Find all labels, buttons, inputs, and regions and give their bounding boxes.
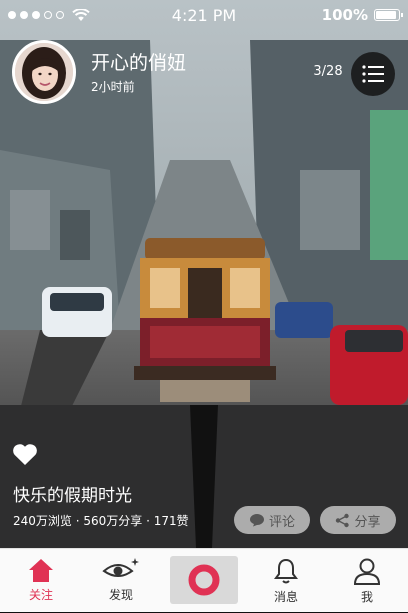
record-button[interactable] <box>170 556 238 604</box>
user-icon <box>353 558 381 585</box>
photo-counter: 3/28 <box>313 64 343 79</box>
menu-button[interactable] <box>351 52 395 96</box>
post-title: 快乐的假期时光 <box>13 486 132 506</box>
tab-discover[interactable]: 发现 <box>86 549 156 613</box>
tab-messages[interactable]: 消息 <box>251 549 321 613</box>
heart-icon[interactable] <box>12 442 38 466</box>
tab-messages-label: 消息 <box>273 590 298 604</box>
tab-follow[interactable]: 关注 <box>6 549 76 613</box>
comment-label: 评论 <box>268 514 295 530</box>
share-button[interactable]: 分享 <box>320 506 396 534</box>
tab-me-label: 我 <box>360 590 373 604</box>
username[interactable]: 开心的俏妞 <box>91 48 186 75</box>
list-menu-icon <box>362 65 384 83</box>
share-icon <box>336 513 350 527</box>
comment-bubble-icon <box>249 514 264 527</box>
avatar-portrait-icon <box>15 43 73 101</box>
status-time: 4:21 PM <box>171 6 237 25</box>
avatar[interactable] <box>12 40 76 104</box>
bell-icon <box>274 558 298 584</box>
tab-me[interactable]: 我 <box>332 549 402 613</box>
home-icon <box>29 559 53 582</box>
post-stats: 240万浏览 · 560万分享 · 171赞 <box>13 514 189 528</box>
comment-button[interactable]: 评论 <box>234 506 310 534</box>
tab-discover-label: 发现 <box>108 588 133 602</box>
post-time: 2小时前 <box>91 80 135 94</box>
eye-icon <box>102 558 139 577</box>
tab-follow-label: 关注 <box>28 588 53 602</box>
share-label: 分享 <box>354 514 381 530</box>
record-icon <box>188 564 220 596</box>
